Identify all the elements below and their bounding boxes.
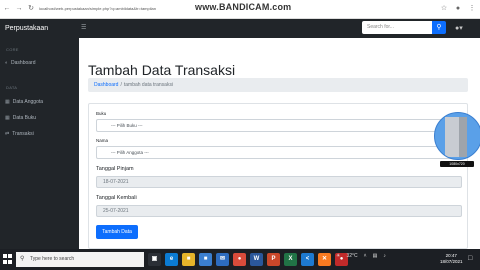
sidebar-item-data-anggota[interactable]: ▦ Data Anggota <box>5 99 43 105</box>
edge-icon[interactable]: e <box>165 253 178 266</box>
file-explorer-icon[interactable]: ■ <box>182 253 195 266</box>
word-icon[interactable]: W <box>250 253 263 266</box>
breadcrumb: Dashboard / tambah data transaksi <box>88 78 468 92</box>
top-navbar: Perpustakaan ☰ Search for... ⚲ ●▾ <box>0 19 480 38</box>
browser-actions: ☆ ● ⋮ <box>440 4 476 14</box>
forward-icon[interactable]: → <box>15 4 23 14</box>
volume-icon[interactable]: ♪ <box>383 253 386 259</box>
main-content: Tambah Data Transaksi Dashboard / tambah d… <box>79 38 480 249</box>
chrome-icon[interactable]: ● <box>233 253 246 266</box>
excel-icon[interactable]: X <box>284 253 297 266</box>
sidebar-item-label: Dashboard <box>11 60 36 66</box>
tanggal-kembali-label: Tanggal Kembali <box>96 195 137 201</box>
nama-label: Nama <box>96 138 109 143</box>
browser-toolbar: ← → ↻ localhost/web-perpustakaan/simple.… <box>0 0 480 19</box>
tanggal-pinjam-field[interactable]: 18-07-2021 <box>96 176 462 188</box>
weather-temp[interactable]: 32°C <box>346 253 357 259</box>
tanggal-kembali-field[interactable]: 25-07-2021 <box>96 205 462 217</box>
user-menu[interactable]: ●▾ <box>455 22 463 35</box>
clock-date: 18/07/2021 <box>440 259 463 264</box>
sidebar-heading-core: Core <box>6 47 19 52</box>
xampp-icon[interactable]: ✕ <box>318 253 331 266</box>
sidebar-toggle-icon[interactable]: ☰ <box>81 22 86 35</box>
search-icon: ⚲ <box>436 24 442 31</box>
sidebar-item-label: Data Buku <box>12 115 37 121</box>
task-view-icon[interactable]: ▣ <box>148 253 161 266</box>
exchange-icon: ⇄ <box>5 131 10 137</box>
tambah-data-button[interactable]: Tambah Data <box>96 225 138 239</box>
browser-nav: ← → ↻ <box>3 4 35 14</box>
transaction-form: Buku --- Pilih Buku --- Nama --- Pilih A… <box>88 103 468 249</box>
address-bar[interactable]: localhost/web-perpustakaan/simple.php?q=… <box>39 4 156 14</box>
buku-label: Buku <box>96 111 107 116</box>
taskbar-clock[interactable]: 20:47 18/07/2021 <box>440 253 463 265</box>
chevron-up-icon[interactable]: ˄ <box>364 253 367 259</box>
menu-icon[interactable]: ⋮ <box>468 4 476 14</box>
webcam-feed <box>445 117 459 157</box>
tanggal-pinjam-label: Tanggal Pinjam <box>96 166 134 172</box>
back-icon[interactable]: ← <box>3 4 11 14</box>
table-icon: ▦ <box>5 99 10 105</box>
breadcrumb-current: tambah data transaksi <box>123 82 174 88</box>
sidebar-item-label: Data Anggota <box>12 99 44 105</box>
book-icon: ▦ <box>5 115 10 121</box>
anggota-select[interactable]: --- Pilih Anggota --- <box>96 146 462 159</box>
webcam-feed-shade <box>459 117 467 157</box>
profile-icon[interactable]: ● <box>454 4 462 14</box>
powerpoint-icon[interactable]: P <box>267 253 280 266</box>
sidebar-item-dashboard[interactable]: ◐ Dashboard <box>5 60 36 66</box>
system-tray: ☀ 32°C ˄ ▤ ♪ <box>336 253 386 259</box>
search-icon: ⚲ <box>20 256 25 262</box>
notification-icon[interactable]: □ <box>468 255 472 262</box>
user-icon: ●▾ <box>455 25 463 32</box>
taskbar-apps: ▣ e ■ ■ ✉ ● W P X < ✕ ● <box>148 253 348 266</box>
network-icon[interactable]: ▤ <box>373 253 378 259</box>
taskbar-search-input[interactable]: Type here to search <box>16 252 144 267</box>
sidebar-heading-data: Data <box>6 85 18 90</box>
sidebar-item-label: Transaksi <box>12 131 34 137</box>
weather-icon[interactable]: ☀ <box>336 253 340 259</box>
breadcrumb-separator: / <box>120 82 122 88</box>
reload-icon[interactable]: ↻ <box>27 4 35 14</box>
webcam-overlay <box>434 112 480 160</box>
store-icon[interactable]: ■ <box>199 253 212 266</box>
page-title: Tambah Data Transaksi <box>88 62 236 78</box>
sidebar-item-transaksi[interactable]: ⇄ Transaksi <box>5 131 34 137</box>
search-button[interactable]: ⚲ <box>432 21 446 34</box>
webcam-label: 1080x720 <box>440 161 474 167</box>
search-input[interactable]: Search for... <box>362 21 434 34</box>
buku-select[interactable]: --- Pilih Buku --- <box>96 119 462 132</box>
sidebar-item-data-buku[interactable]: ▦ Data Buku <box>5 115 36 121</box>
star-icon[interactable]: ☆ <box>440 4 448 14</box>
windows-taskbar: Type here to search ⚲ ▣ e ■ ■ ✉ ● W P X < ✕ ● ☀ 32°… <box>0 249 480 270</box>
mail-icon[interactable]: ✉ <box>216 253 229 266</box>
recorder-watermark: www.BANDICAM.com <box>195 2 292 12</box>
breadcrumb-link-dashboard[interactable]: Dashboard <box>94 82 118 88</box>
brand[interactable]: Perpustakaan <box>5 22 48 35</box>
vscode-icon[interactable]: < <box>301 253 314 266</box>
windows-start-icon[interactable] <box>3 254 13 264</box>
sidebar: Core ◐ Dashboard Data ▦ Data Anggota ▦ D… <box>0 38 79 249</box>
gauge-icon: ◐ <box>5 60 9 66</box>
